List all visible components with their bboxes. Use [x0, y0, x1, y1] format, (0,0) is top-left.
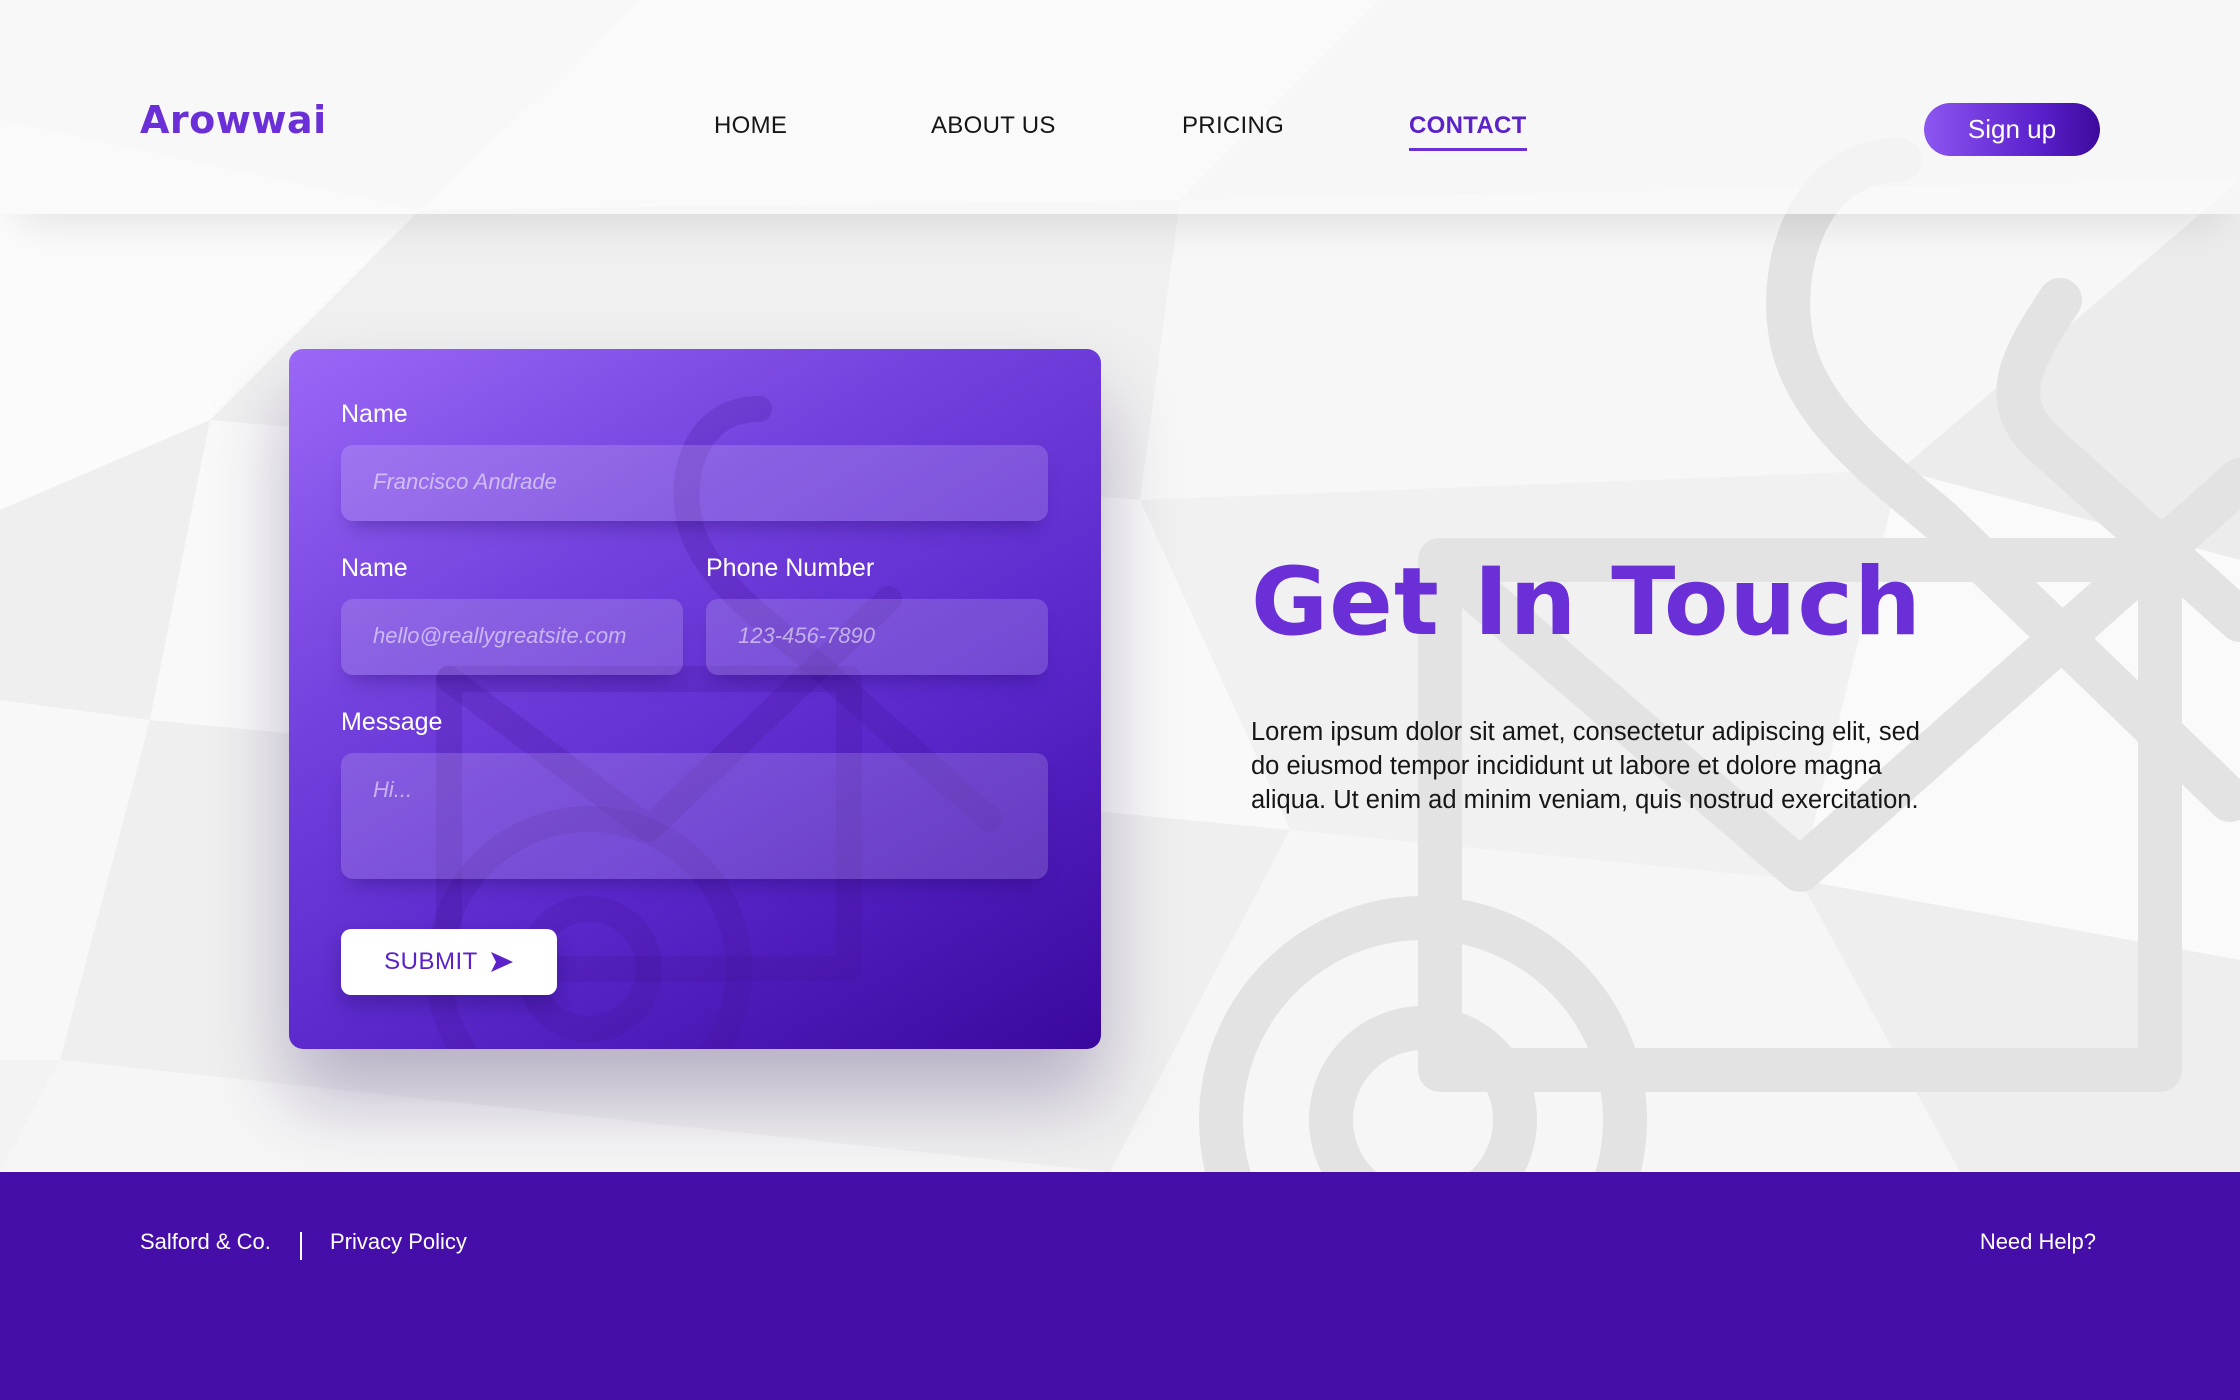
email-label: Name	[341, 554, 408, 582]
need-help-link[interactable]: Need Help?	[1980, 1229, 2096, 1255]
nav-contact[interactable]: CONTACT	[1409, 112, 1527, 151]
submit-button[interactable]: SUBMIT	[341, 929, 557, 995]
phone-label: Phone Number	[706, 554, 875, 582]
intro-paragraph: Lorem ipsum dolor sit amet, consectetur …	[1251, 718, 1920, 814]
nav-home[interactable]: HOME	[714, 112, 787, 140]
site-header: Arowwai HOME ABOUT US PRICING CONTACT Si…	[0, 0, 2240, 214]
footer-divider	[300, 1232, 302, 1260]
submit-label: SUBMIT	[384, 948, 478, 975]
name-input[interactable]: Francisco Andrade	[341, 445, 1048, 521]
message-textarea[interactable]: Hi...	[341, 753, 1048, 879]
brand-logo[interactable]: Arowwai	[140, 98, 327, 142]
contact-form-card: Name Francisco Andrade Name hello@really…	[289, 349, 1101, 1049]
footer-company: Salford & Co.	[140, 1229, 271, 1254]
nav-pricing[interactable]: PRICING	[1182, 112, 1284, 140]
email-input[interactable]: hello@reallygreatsite.com	[341, 599, 683, 675]
site-footer: Salford & Co. Privacy Policy Need Help?	[0, 1172, 2240, 1400]
nav-about-us[interactable]: ABOUT US	[931, 112, 1056, 140]
phone-input[interactable]: 123-456-7890	[706, 599, 1048, 675]
signup-button[interactable]: Sign up	[1924, 103, 2100, 156]
page-title: Get In Touch	[1251, 548, 1922, 657]
send-arrow-icon	[490, 952, 513, 972]
privacy-policy-link[interactable]: Privacy Policy	[330, 1229, 467, 1255]
name-label: Name	[341, 400, 408, 428]
message-label: Message	[341, 708, 443, 736]
